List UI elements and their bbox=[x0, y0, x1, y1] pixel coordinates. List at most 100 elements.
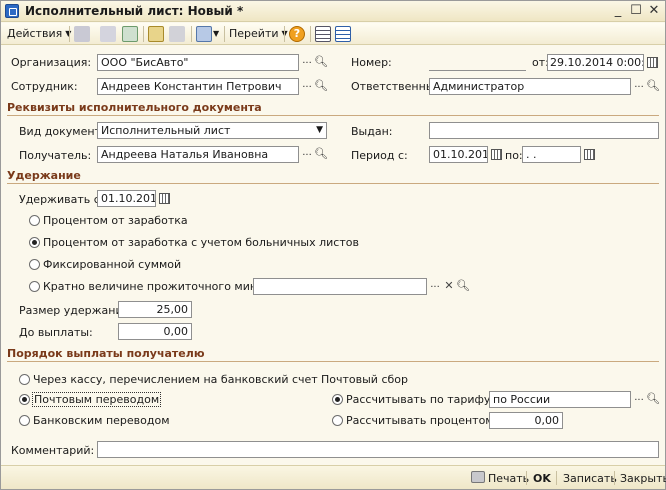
search-icon[interactable]: 🔍︎ bbox=[646, 78, 660, 95]
deduction-option-label-1[interactable]: Процентом от заработка с учетом больничн… bbox=[43, 236, 359, 249]
search-icon[interactable]: 🔍︎ bbox=[646, 391, 660, 408]
payment-option-radio-0[interactable] bbox=[19, 374, 30, 385]
help-icon[interactable]: ? bbox=[289, 26, 305, 42]
remaining-field[interactable]: 0,00 bbox=[118, 323, 192, 340]
print-button[interactable]: Печать bbox=[488, 472, 529, 485]
tariff-select-button[interactable]: ... bbox=[632, 391, 646, 408]
footer-separator bbox=[556, 471, 557, 485]
goto-menu-button[interactable]: Перейти▼ bbox=[229, 26, 288, 42]
organization-select-button[interactable]: ... bbox=[300, 54, 314, 71]
refresh-icon[interactable] bbox=[122, 26, 138, 42]
chevron-down-icon: ▼ bbox=[316, 125, 323, 135]
recipient-select-button[interactable]: ... bbox=[300, 146, 314, 163]
list-icon[interactable] bbox=[315, 26, 331, 42]
payment-option-label-0[interactable]: Через кассу, перечислением на банковский… bbox=[33, 373, 318, 386]
title-bar: Исполнительный лист: Новый * _ ☐ ✕ bbox=[1, 1, 665, 22]
minimize-button[interactable]: _ bbox=[609, 2, 627, 20]
min-multiple-field[interactable] bbox=[253, 278, 427, 295]
printer-icon[interactable] bbox=[471, 471, 485, 483]
toolbar-separator bbox=[310, 26, 311, 42]
employee-field[interactable]: Андреев Константин Петрович bbox=[97, 78, 299, 95]
doc-type-select[interactable]: Исполнительный лист ▼ bbox=[97, 122, 327, 139]
calendar-icon[interactable] bbox=[647, 57, 658, 68]
tariff-field[interactable]: по России bbox=[489, 391, 631, 408]
based-on-icon[interactable] bbox=[196, 26, 212, 42]
footer-separator bbox=[614, 471, 615, 485]
section-divider bbox=[7, 183, 659, 184]
window-title: Исполнительный лист: Новый * bbox=[25, 4, 244, 18]
doc-type-value: Исполнительный лист bbox=[101, 124, 231, 137]
date-field[interactable]: 29.10.2014 0:00:00 bbox=[547, 54, 644, 71]
search-icon[interactable]: 🔍︎ bbox=[314, 78, 328, 95]
calendar-icon[interactable] bbox=[491, 149, 502, 160]
payment-option-radio-2[interactable] bbox=[19, 415, 30, 426]
search-icon[interactable]: 🔍︎ bbox=[314, 146, 328, 163]
postal-option-radio-1[interactable] bbox=[332, 415, 343, 426]
issued-label: Выдан: bbox=[351, 125, 393, 138]
calendar-icon[interactable] bbox=[159, 193, 170, 204]
deduction-section-title: Удержание bbox=[7, 169, 81, 182]
unpost-document-icon[interactable] bbox=[169, 26, 185, 42]
toolbar-separator bbox=[224, 26, 225, 42]
toolbar-separator bbox=[191, 26, 192, 42]
responsible-field[interactable]: Администратор bbox=[429, 78, 631, 95]
copy-icon[interactable] bbox=[100, 26, 116, 42]
postal-option-radio-0[interactable] bbox=[332, 394, 343, 405]
section-divider bbox=[7, 115, 659, 116]
save-button[interactable]: Записать bbox=[563, 472, 617, 485]
period-to-field[interactable]: . . bbox=[522, 146, 581, 163]
postal-option-label-1[interactable]: Рассчитывать процентом: bbox=[346, 414, 497, 427]
toolbar-separator bbox=[143, 26, 144, 42]
recipient-field[interactable]: Андреева Наталья Ивановна bbox=[97, 146, 299, 163]
structure-icon[interactable] bbox=[335, 26, 351, 42]
postal-option-label-0[interactable]: Рассчитывать по тарифу: bbox=[346, 393, 494, 406]
postal-percent-field[interactable]: 0,00 bbox=[489, 412, 563, 429]
actions-menu-label: Действия bbox=[7, 27, 63, 40]
footer-bar: Печать OK Записать Закрыть bbox=[1, 465, 666, 489]
deduction-option-radio-0[interactable] bbox=[29, 215, 40, 226]
organization-label: Организация: bbox=[11, 56, 92, 69]
toolbar-separator bbox=[69, 26, 70, 42]
footer-separator bbox=[526, 471, 527, 485]
close-window-button[interactable]: ✕ bbox=[645, 2, 663, 20]
deduction-option-label-2[interactable]: Фиксированной суммой bbox=[43, 258, 181, 271]
employee-label: Сотрудник: bbox=[11, 80, 78, 93]
deduction-option-label-0[interactable]: Процентом от заработка bbox=[43, 214, 188, 227]
period-from-field[interactable]: 01.10.2014 bbox=[429, 146, 488, 163]
payment-option-label-2[interactable]: Банковским переводом bbox=[33, 414, 170, 427]
post-document-icon[interactable] bbox=[148, 26, 164, 42]
search-icon[interactable]: 🔍︎ bbox=[456, 278, 470, 295]
payment-option-radio-1[interactable] bbox=[19, 394, 30, 405]
close-button[interactable]: Закрыть bbox=[620, 472, 666, 485]
recipient-label: Получатель: bbox=[19, 149, 92, 162]
organization-field[interactable]: ООО "БисАвто" bbox=[97, 54, 299, 71]
add-icon[interactable] bbox=[74, 26, 90, 42]
document-window: Исполнительный лист: Новый * _ ☐ ✕ Дейст… bbox=[0, 0, 666, 490]
maximize-button[interactable]: ☐ bbox=[627, 2, 645, 20]
goto-menu-label: Перейти bbox=[229, 27, 279, 40]
amount-field[interactable]: 25,00 bbox=[118, 301, 192, 318]
ok-button[interactable]: OK bbox=[533, 472, 551, 485]
payment-option-label-1[interactable]: Почтовым переводом bbox=[31, 392, 162, 407]
deduction-option-radio-2[interactable] bbox=[29, 259, 40, 270]
clear-icon[interactable]: ✕ bbox=[442, 278, 456, 295]
section-divider bbox=[7, 361, 659, 362]
deduction-option-radio-3[interactable] bbox=[29, 281, 40, 292]
comment-field[interactable] bbox=[97, 441, 659, 458]
search-icon[interactable]: 🔍︎ bbox=[314, 54, 328, 71]
period-label: Период с: bbox=[351, 149, 408, 162]
comment-label: Комментарий: bbox=[11, 444, 95, 457]
responsible-select-button[interactable]: ... bbox=[632, 78, 646, 95]
deduction-start-field[interactable]: 01.10.2014 bbox=[97, 190, 156, 207]
calendar-icon[interactable] bbox=[584, 149, 595, 160]
employee-select-button[interactable]: ... bbox=[300, 78, 314, 95]
deduction-option-radio-1[interactable] bbox=[29, 237, 40, 248]
number-field[interactable] bbox=[429, 54, 526, 71]
min-multiple-select-button[interactable]: ... bbox=[428, 278, 442, 295]
postal-fee-title: Почтовый сбор bbox=[321, 373, 408, 386]
remaining-label: До выплаты: bbox=[19, 326, 93, 339]
deduction-start-label: Удерживать с: bbox=[19, 193, 104, 206]
issued-field[interactable] bbox=[429, 122, 659, 139]
actions-menu-button[interactable]: Действия▼ bbox=[7, 26, 71, 42]
period-to-label: по: bbox=[505, 149, 523, 162]
